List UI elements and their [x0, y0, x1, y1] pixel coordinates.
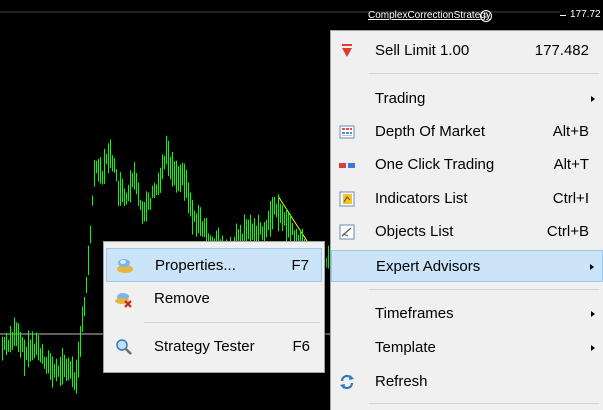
submenu-item-shortcut: F6: [292, 338, 310, 355]
menu-item-label: Objects List: [375, 223, 454, 240]
menu-separator: [369, 289, 599, 290]
menu-item-sell-limit[interactable]: Sell Limit 1.00 177.482: [331, 35, 603, 67]
menu-item-objects-list[interactable]: Objects List Ctrl+B: [331, 216, 603, 248]
menu-item-label: Sell Limit 1.00: [375, 42, 470, 59]
menu-item-label: Expert Advisors: [376, 258, 481, 275]
submenu-arrow-icon: [590, 264, 594, 270]
smiley-icon: ☺: [480, 10, 492, 22]
menu-item-expert-advisors[interactable]: Expert Advisors: [331, 250, 603, 282]
submenu-item-shortcut: F7: [291, 257, 309, 274]
submenu-item-strategy-tester[interactable]: Strategy Tester F6: [106, 330, 322, 364]
submenu-arrow-icon: [591, 345, 595, 351]
menu-item-label: Timeframes: [375, 305, 454, 322]
menu-item-label: Refresh: [375, 373, 428, 390]
properties-icon: [115, 257, 135, 275]
indicators-list-icon: [339, 191, 355, 207]
menu-item-refresh[interactable]: Refresh: [331, 366, 603, 398]
price-tick: [560, 15, 566, 16]
submenu-arrow-icon: [591, 96, 595, 102]
objects-list-icon: [339, 224, 355, 240]
menu-item-one-click-trading[interactable]: One Click Trading Alt+T: [331, 149, 603, 181]
menu-item-label: Template: [375, 339, 436, 356]
menu-item-shortcut: Ctrl+I: [552, 190, 589, 207]
menu-item-template[interactable]: Template: [331, 332, 603, 364]
menu-item-indicators-list[interactable]: Indicators List Ctrl+I: [331, 183, 603, 215]
submenu-item-label: Remove: [154, 290, 210, 307]
menu-item-shortcut: Ctrl+B: [546, 223, 589, 240]
submenu-separator: [144, 322, 320, 323]
price-axis-label: 177.72: [570, 9, 601, 20]
submenu-arrow-icon: [591, 311, 595, 317]
refresh-icon: [339, 374, 355, 390]
depth-of-market-icon: [339, 124, 355, 140]
menu-item-price: 177.482: [534, 42, 589, 59]
menu-item-trading[interactable]: Trading: [331, 83, 603, 115]
menu-item-timeframes[interactable]: Timeframes: [331, 298, 603, 330]
menu-item-label: Depth Of Market: [375, 123, 486, 140]
chart-context-menu: Sell Limit 1.00 177.482 Trading Depth Of…: [330, 30, 603, 410]
menu-item-label: One Click Trading: [375, 156, 495, 173]
remove-icon: [114, 290, 134, 308]
menu-separator: [369, 403, 599, 404]
submenu-item-label: Properties...: [155, 257, 236, 274]
menu-item-shortcut: Alt+B: [552, 123, 589, 140]
submenu-item-label: Strategy Tester: [154, 338, 255, 355]
menu-item-label: Trading: [375, 90, 426, 107]
one-click-trading-icon: [339, 157, 355, 173]
menu-item-depth-of-market[interactable]: Depth Of Market Alt+B: [331, 116, 603, 148]
menu-item-label: Indicators List: [375, 190, 468, 207]
strategy-tester-icon: [114, 338, 134, 356]
menu-separator: [369, 73, 599, 74]
expert-advisor-label[interactable]: ComplexCorrectionStrategy: [368, 10, 491, 21]
submenu-item-remove[interactable]: Remove: [106, 282, 322, 316]
expert-advisors-submenu: Properties... F7 Remove Strategy Tester …: [103, 241, 325, 373]
menu-item-shortcut: Alt+T: [553, 156, 589, 173]
sell-arrow-icon: [339, 43, 355, 59]
submenu-item-properties[interactable]: Properties... F7: [106, 248, 322, 282]
